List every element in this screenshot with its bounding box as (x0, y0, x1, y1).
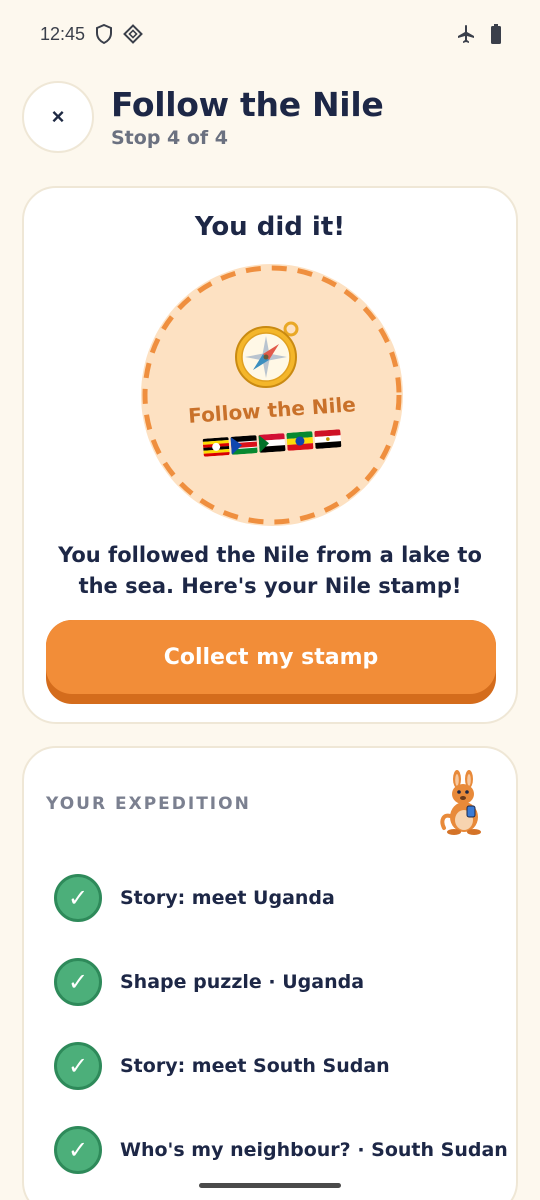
header: × Follow the Nile Stop 4 of 4 (22, 80, 518, 154)
step-label: Story: meet South Sudan (120, 1055, 390, 1077)
step-label: Shape puzzle · Uganda (120, 971, 365, 993)
close-button[interactable]: × (22, 81, 94, 153)
collect-stamp-label: Collect my stamp (46, 620, 496, 694)
completion-card: You did it! Follow the Nile You followed… (22, 186, 518, 724)
kangaroo-mascot-icon (440, 770, 481, 835)
header-text: Follow the Nile Stop 4 of 4 (111, 85, 384, 149)
status-time: 12:45 (40, 23, 86, 44)
list-item[interactable]: ✓ Who's my neighbour? · South Sudan (54, 1108, 508, 1192)
list-item[interactable]: ✓ Story: meet South Sudan (54, 1024, 496, 1108)
page-subtitle: Stop 4 of 4 (111, 127, 229, 149)
gesture-nav-handle[interactable] (199, 1183, 341, 1188)
status-bar: 12:45 (0, 0, 540, 68)
collect-stamp-button[interactable]: Collect my stamp (46, 620, 496, 704)
shield-icon (95, 24, 113, 44)
page-title: Follow the Nile (111, 85, 384, 124)
section-label: YOUR EXPEDITION (46, 794, 251, 814)
step-label: Story: meet Uganda (120, 887, 335, 909)
compass-icon (235, 321, 299, 388)
status-right (456, 24, 502, 44)
checkmark-icon: ✓ (54, 874, 102, 922)
battery-icon (490, 24, 502, 44)
south-sudan-flag-icon (230, 435, 258, 455)
expedition-steps: ✓ Story: meet Uganda ✓ Shape puzzle · Ug… (54, 856, 508, 1192)
data-saver-icon (123, 24, 143, 44)
checkmark-icon: ✓ (54, 958, 102, 1006)
uganda-flag-icon (202, 437, 230, 457)
step-label: Who's my neighbour? · South Sudan (120, 1139, 508, 1161)
checkmark-icon: ✓ (54, 1042, 102, 1090)
airplane-mode-icon (456, 24, 476, 44)
nile-stamp: Follow the Nile (141, 264, 403, 526)
list-item[interactable]: ✓ Story: meet Uganda (54, 856, 496, 940)
completion-title: You did it! (194, 212, 346, 242)
expedition-card: YOUR EXPEDITION ✓ Story: meet Uganda ✓ S… (22, 746, 518, 1200)
completion-message: You followed the Nile from a lake to the… (58, 543, 482, 598)
ethiopia-flag-icon (286, 431, 314, 451)
status-left: 12:45 (40, 24, 143, 45)
checkmark-icon: ✓ (54, 1126, 102, 1174)
sudan-flag-icon (258, 433, 286, 453)
egypt-flag-icon (314, 429, 342, 449)
list-item[interactable]: ✓ Shape puzzle · Uganda (54, 940, 496, 1024)
